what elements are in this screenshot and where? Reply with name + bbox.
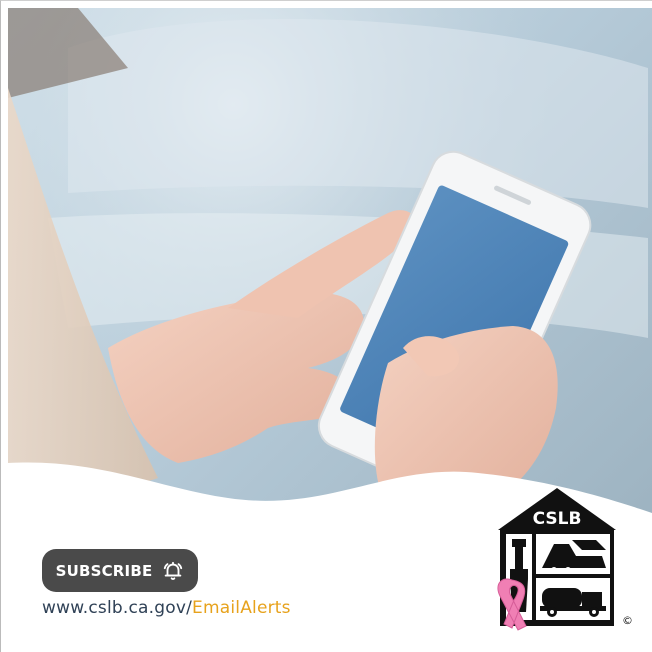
cslb-logo: CSLB © <box>484 484 634 634</box>
subscribe-button[interactable]: SUBSCRIBE <box>42 549 198 592</box>
subscribe-label: SUBSCRIBE <box>55 561 153 580</box>
email-alerts-link[interactable]: www.cslb.ca.gov/EmailAlerts <box>42 598 291 618</box>
url-base: www.cslb.ca.gov/ <box>42 598 193 618</box>
bell-icon <box>162 560 184 582</box>
logo-text: CSLB <box>533 509 582 529</box>
copyright-mark: © <box>622 614 633 627</box>
url-path: EmailAlerts <box>192 598 291 618</box>
